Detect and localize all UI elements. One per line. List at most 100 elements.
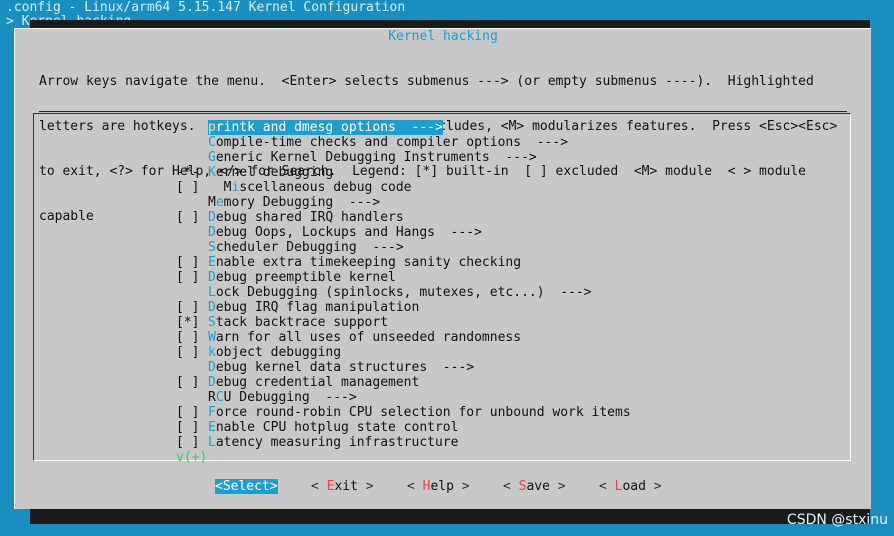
option-marker[interactable]: [ ]: [176, 345, 208, 360]
menu-item[interactable]: Debug kernel data structures --->: [176, 360, 474, 375]
bracket-left: <: [503, 479, 519, 494]
menu-item[interactable]: RCU Debugging --->: [176, 390, 357, 405]
hotkey-letter: p: [208, 120, 216, 135]
hotkey-letter: E: [208, 420, 216, 435]
menu-item[interactable]: printk and dmesg options --->: [176, 120, 443, 135]
menu-item[interactable]: Memory Debugging --->: [176, 195, 380, 210]
bracket-left: <: [407, 479, 423, 494]
label-text: ompile-time checks and compiler options …: [215, 135, 569, 150]
menu-item-label: Debug Oops, Lockups and Hangs --->: [208, 225, 482, 240]
exit-button[interactable]: < Exit >: [311, 479, 374, 494]
hotkey-letter: k: [208, 345, 216, 360]
menu-item[interactable]: [ ] Warn for all uses of unseeded randomn…: [176, 330, 521, 345]
label-text: nable CPU hotplug state control: [215, 420, 459, 435]
menu-item-label: RCU Debugging --->: [208, 390, 357, 405]
hotkey-letter: K: [208, 165, 216, 180]
menu-item[interactable]: [ ] Debug preemptible kernel: [176, 270, 396, 285]
button-label: elect: [230, 479, 270, 494]
option-marker[interactable]: [ ]: [176, 420, 208, 435]
option-marker[interactable]: [ ]: [176, 270, 208, 285]
menu-item-label: Generic Kernel Debugging Instruments ---…: [208, 150, 537, 165]
option-marker[interactable]: [ ]: [176, 300, 208, 315]
menu-item-label: Debug IRQ flag manipulation: [208, 300, 419, 315]
label-text: cheduler Debugging --->: [215, 240, 404, 255]
hotkey-letter: D: [208, 375, 216, 390]
menu-item[interactable]: [ ] Enable CPU hotplug state control: [176, 420, 458, 435]
option-marker[interactable]: [ ]: [176, 210, 208, 225]
menu-item[interactable]: Debug Oops, Lockups and Hangs --->: [176, 225, 482, 240]
menu-item[interactable]: Lock Debugging (spinlocks, mutexes, etc.…: [176, 285, 592, 300]
hotkey-letter: S: [208, 240, 216, 255]
select-button[interactable]: <Select>: [215, 479, 278, 494]
menu-item-label: printk and dmesg options --->: [208, 120, 443, 135]
menu-item-label: Warn for all uses of unseeded randomness: [208, 330, 521, 345]
label-text: scellaneous debug code: [239, 180, 412, 195]
menuconfig-dialog: Kernel hacking Arrow keys navigate the m…: [14, 28, 871, 509]
option-marker[interactable]: [ ]: [176, 375, 208, 390]
label-text: ernel debugging: [215, 165, 334, 180]
menu-item-label: Enable extra timekeeping sanity checking: [208, 255, 521, 270]
label-text: rintk and dmesg options --->: [215, 120, 443, 135]
button-label: xit: [334, 479, 358, 494]
label-prefix: M: [208, 180, 232, 195]
menu-item-label: Lock Debugging (spinlocks, mutexes, etc.…: [208, 285, 592, 300]
label-prefix: M: [208, 195, 216, 210]
menu-item[interactable]: [ ] Enable extra timekeeping sanity check…: [176, 255, 521, 270]
hotkey-letter: D: [208, 225, 216, 240]
bracket-right: >: [357, 479, 374, 494]
option-marker[interactable]: [*]: [176, 315, 208, 330]
option-marker[interactable]: [ ]: [176, 330, 208, 345]
menu-item-label: Enable CPU hotplug state control: [208, 420, 458, 435]
menu-item[interactable]: [ ] kobject debugging: [176, 345, 341, 360]
menu-item-label: Debug credential management: [208, 375, 419, 390]
hotkey-letter: L: [208, 285, 216, 300]
menu-list[interactable]: v(+) printk and dmesg options ---> Compil…: [33, 113, 851, 465]
menu-item[interactable]: [ ] Debug IRQ flag manipulation: [176, 300, 419, 315]
menu-item[interactable]: [*] Stack backtrace support: [176, 315, 388, 330]
bracket-left: <: [215, 479, 223, 494]
menu-item-label: Debug shared IRQ handlers: [208, 210, 404, 225]
label-text: ebug kernel data structures --->: [215, 360, 475, 375]
menu-item[interactable]: [ ] Miscellaneous debug code: [176, 180, 412, 195]
option-marker[interactable]: [ ]: [176, 435, 208, 450]
label-text: orce round-robin CPU selection for unbou…: [215, 405, 631, 420]
menu-item[interactable]: [ ] Force round-robin CPU selection for u…: [176, 405, 631, 420]
help-line: Arrow keys navigate the menu. <Enter> se…: [39, 74, 814, 89]
menu-item[interactable]: -*- Kernel debugging: [176, 165, 333, 180]
menu-item-label: Stack backtrace support: [208, 315, 388, 330]
option-marker[interactable]: -*-: [176, 165, 208, 180]
menu-item[interactable]: Compile-time checks and compiler options…: [176, 135, 568, 150]
button-bar: <Select> < Exit > < Help > < Save > < Load >: [15, 479, 871, 495]
menu-item-label: kobject debugging: [208, 345, 341, 360]
menu-item[interactable]: [ ] Latency measuring infrastructure: [176, 435, 458, 450]
menu-item[interactable]: Scheduler Debugging --->: [176, 240, 404, 255]
hotkey-letter: C: [208, 135, 216, 150]
label-text: atency measuring infrastructure: [215, 435, 459, 450]
menu-item[interactable]: Generic Kernel Debugging Instruments ---…: [176, 150, 537, 165]
label-text: ebug shared IRQ handlers: [215, 210, 404, 225]
load-button[interactable]: < Load >: [599, 479, 662, 494]
help-button[interactable]: < Help >: [407, 479, 470, 494]
button-label: ave: [526, 479, 550, 494]
button-hotkey: S: [222, 479, 231, 494]
menu-item-label: Debug kernel data structures --->: [208, 360, 474, 375]
menu-item[interactable]: [ ] Debug credential management: [176, 375, 419, 390]
menu-item-label: Force round-robin CPU selection for unbo…: [208, 405, 631, 420]
button-label: elp: [430, 479, 454, 494]
menu-item-label: Compile-time checks and compiler options…: [208, 135, 568, 150]
option-marker[interactable]: [ ]: [176, 180, 208, 195]
label-text: ebug credential management: [215, 375, 420, 390]
save-button[interactable]: < Save >: [503, 479, 566, 494]
hotkey-letter: F: [208, 405, 216, 420]
bracket-right: >: [549, 479, 566, 494]
label-text: ock Debugging (spinlocks, mutexes, etc..…: [215, 285, 592, 300]
menu-item[interactable]: [ ] Debug shared IRQ handlers: [176, 210, 404, 225]
option-marker[interactable]: [ ]: [176, 405, 208, 420]
hotkey-letter: L: [208, 435, 216, 450]
hotkey-letter: D: [208, 300, 216, 315]
label-text: ebug IRQ flag manipulation: [215, 300, 420, 315]
option-marker[interactable]: [ ]: [176, 255, 208, 270]
scroll-indicator: v(+): [176, 450, 208, 465]
label-text: eneric Kernel Debugging Instruments --->: [215, 150, 537, 165]
hotkey-letter: e: [215, 195, 224, 210]
